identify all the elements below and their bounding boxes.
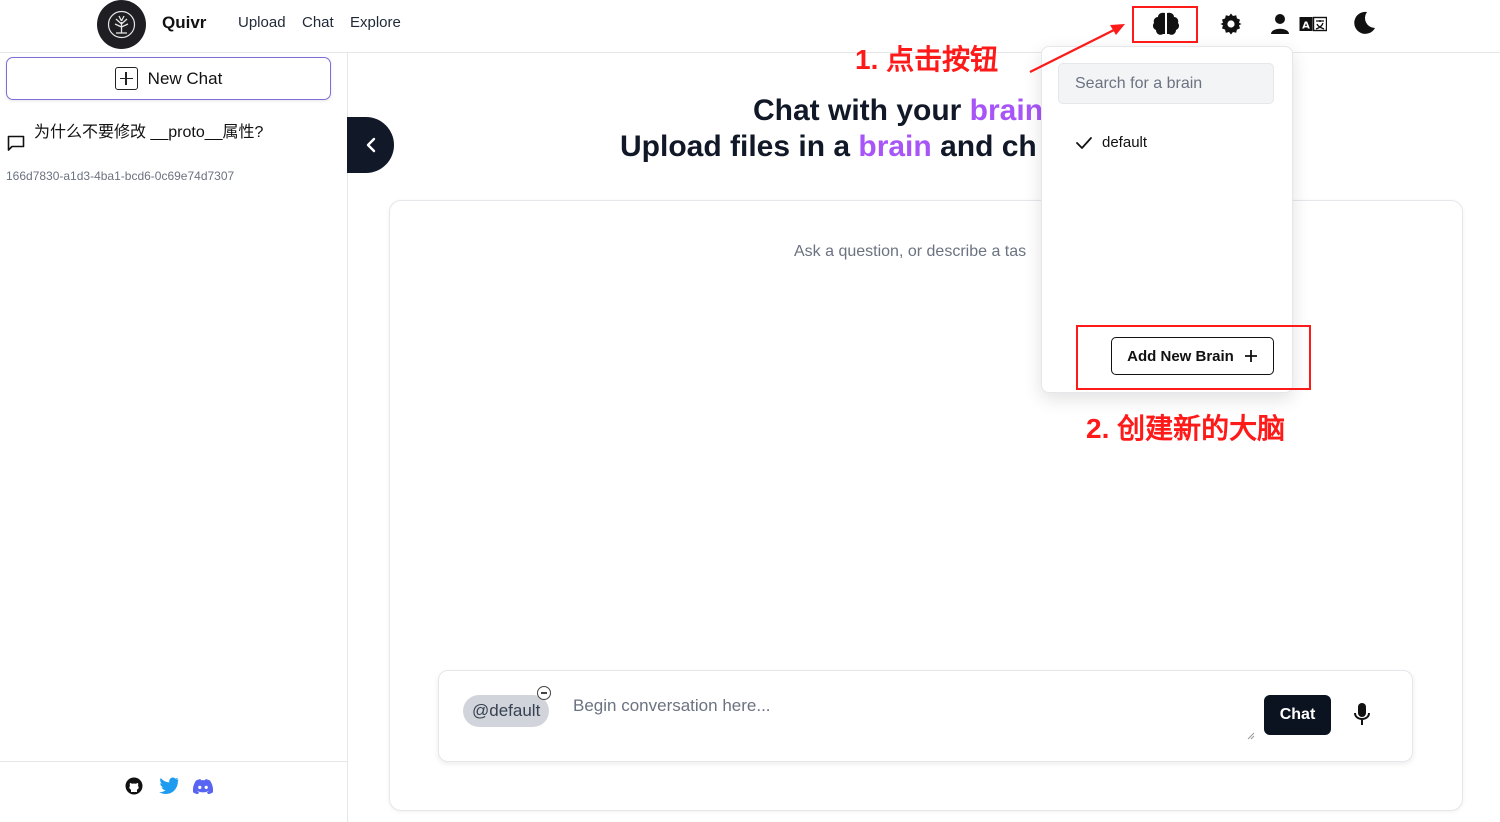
svg-text:A: A: [1302, 21, 1310, 32]
gear-icon[interactable]: [1216, 9, 1246, 39]
nav-chat[interactable]: Chat: [302, 14, 334, 31]
brain-mention-tag[interactable]: @default: [463, 695, 550, 727]
chat-input[interactable]: [570, 690, 1262, 748]
moon-icon[interactable]: [1349, 8, 1379, 38]
user-icon[interactable]: [1265, 9, 1295, 39]
title-accent: brain: [969, 94, 1044, 127]
brand-name[interactable]: Quivr: [162, 13, 206, 33]
brain-option-label: default: [1102, 134, 1148, 151]
page-title: Chat with your brain: [753, 94, 1044, 127]
twitter-icon[interactable]: [159, 777, 179, 799]
collapse-sidebar-button[interactable]: [347, 117, 394, 173]
chat-prompt-hint: Ask a question, or describe a tas: [794, 243, 1027, 260]
plus-square-icon: [114, 67, 138, 90]
github-icon[interactable]: [125, 777, 143, 800]
quivr-logo[interactable]: [97, 0, 146, 49]
annotation-step2: 2. 创建新的大脑: [1086, 413, 1286, 444]
chat-bubble-icon: [7, 135, 25, 157]
remove-brain-icon[interactable]: [537, 686, 551, 700]
chat-history-item[interactable]: 为什么不要修改 __proto__属性?: [34, 121, 264, 145]
annotation-step1: 1. 点击按钮: [855, 44, 999, 75]
subtitle-accent: brain: [858, 130, 932, 163]
resize-handle-icon: [1247, 727, 1255, 745]
annotation-box-add-brain: [1076, 325, 1311, 390]
chat-id: 166d7830-a1d3-4ba1-bcd6-0c69e74d7307: [6, 169, 235, 183]
sidebar-footer-divider: [0, 761, 347, 762]
page-subtitle: Upload files in a brain and ch: [620, 130, 1037, 163]
microphone-icon[interactable]: [1350, 702, 1374, 728]
translate-icon[interactable]: A: [1298, 9, 1328, 39]
annotation-arrow: [1029, 24, 1125, 73]
annotation-box-brain-button: [1132, 6, 1198, 43]
new-chat-button[interactable]: New Chat: [6, 57, 331, 100]
chevron-left-icon: [366, 137, 375, 153]
brain-option-default[interactable]: default: [1074, 134, 1147, 151]
check-icon: [1076, 136, 1092, 149]
nav-explore[interactable]: Explore: [350, 14, 401, 31]
discord-icon[interactable]: [192, 779, 214, 799]
nav-upload[interactable]: Upload: [238, 14, 286, 31]
send-chat-button[interactable]: Chat: [1264, 695, 1331, 735]
new-chat-label: New Chat: [147, 68, 223, 88]
